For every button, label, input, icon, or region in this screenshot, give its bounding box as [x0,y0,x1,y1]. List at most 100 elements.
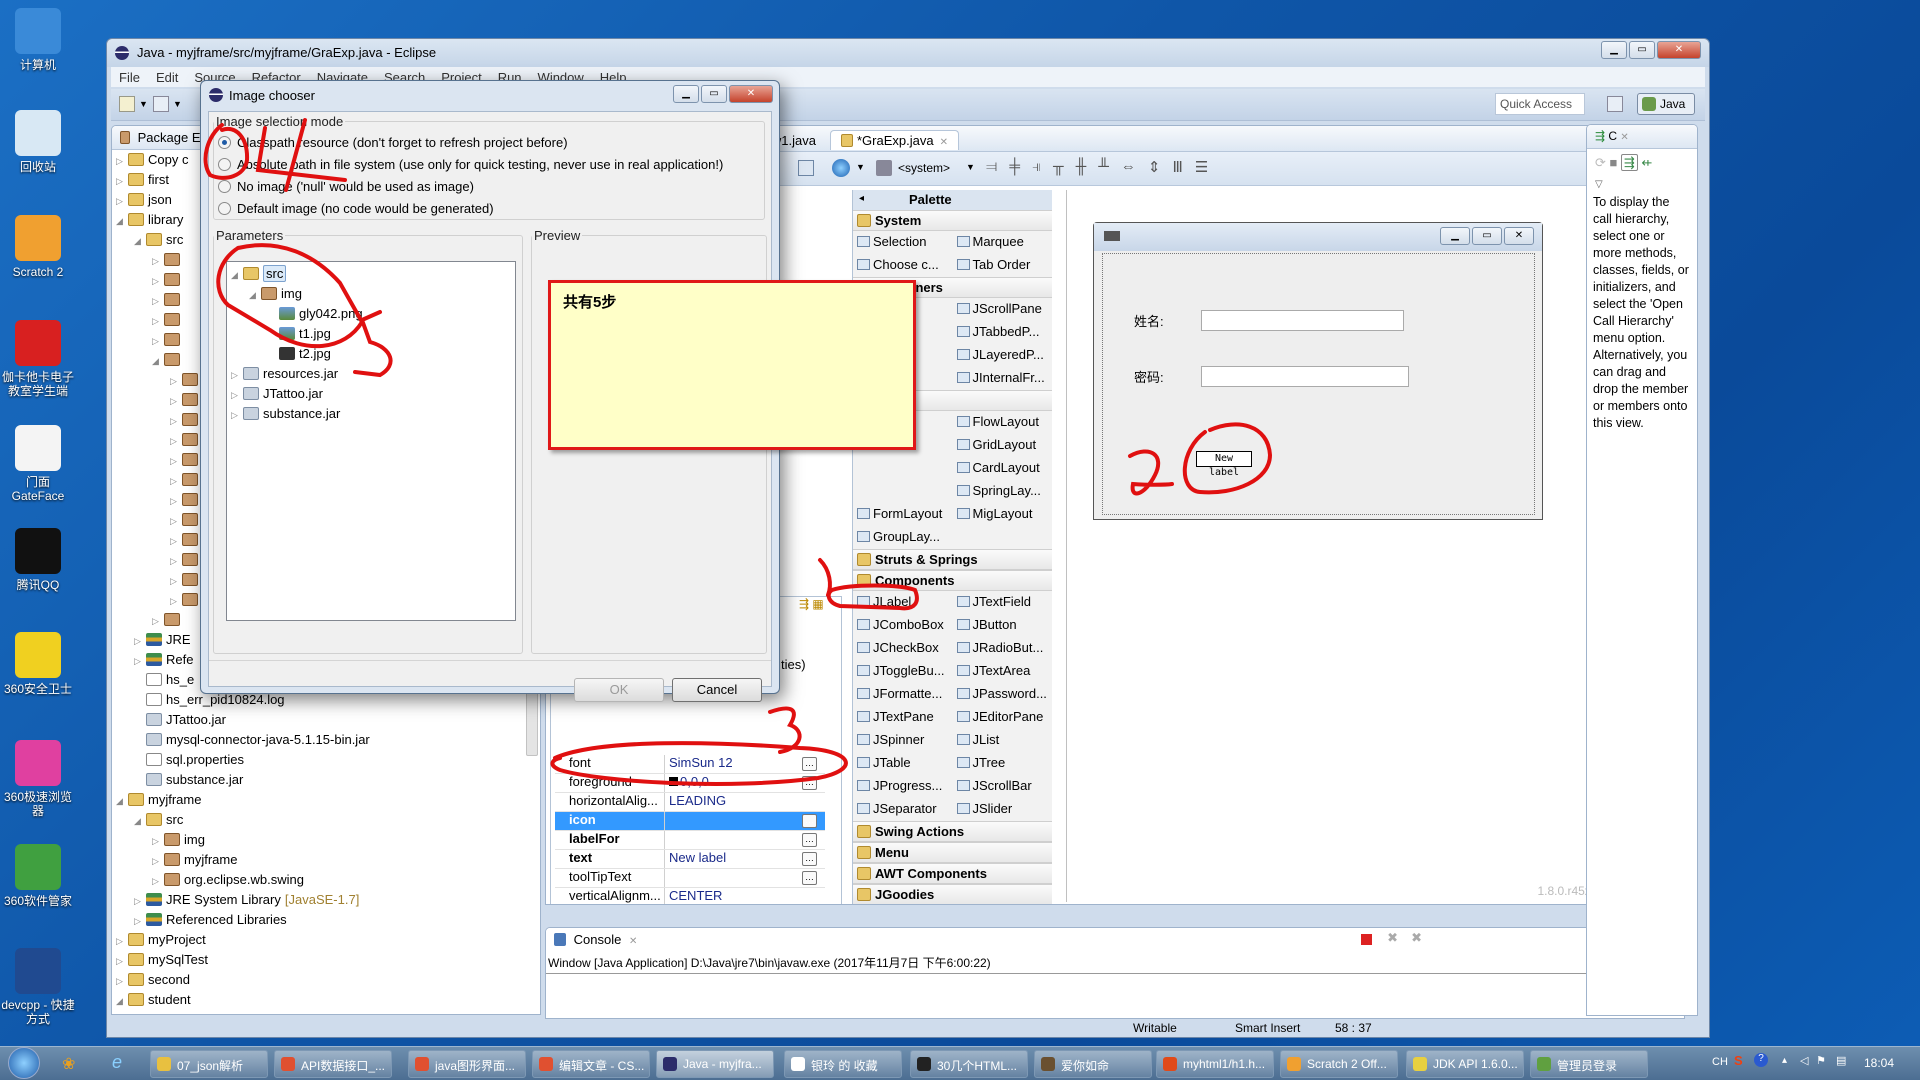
expanded-icon[interactable]: ◢ [116,996,128,1007]
desktop-icon[interactable]: Scratch 2 [0,215,78,279]
property-value[interactable] [665,812,802,830]
quick-access-input[interactable]: Quick Access [1495,93,1585,115]
palette-item[interactable]: JInternalFr... [953,367,1053,390]
tree-item[interactable]: substance.jar [116,772,540,792]
name-label[interactable]: 姓名: [1134,311,1164,330]
tree-item[interactable]: JTattoo.jar [116,712,540,732]
property-row[interactable]: labelFor… [555,831,825,850]
locale-icon[interactable] [832,159,850,177]
property-value[interactable]: LEADING [665,793,825,811]
maximize-button[interactable]: ▭ [1629,41,1655,59]
collapsed-icon[interactable]: ▷ [170,556,182,567]
help-icon[interactable]: ? [1754,1053,1768,1067]
palette-category[interactable]: Struts & Springs [853,549,1052,570]
password-textfield[interactable] [1201,366,1409,387]
property-row[interactable]: icon… [555,812,825,831]
collapsed-icon[interactable]: ▷ [134,636,146,647]
radio-button[interactable] [218,179,231,193]
clock[interactable]: 18:04 [1864,1056,1894,1070]
expanded-icon[interactable]: ◢ [152,356,164,367]
quicklaunch-icon[interactable]: ❀ [62,1054,75,1074]
palette-item[interactable]: JTree [953,752,1053,775]
collapsed-icon[interactable]: ▷ [152,316,164,327]
expanded-icon[interactable]: ◢ [134,236,146,247]
palette-item[interactable]: Tab Order [953,254,1053,277]
expanded-icon[interactable]: ◢ [249,290,261,301]
collapsed-icon[interactable]: ▷ [170,396,182,407]
caller-hierarchy-icon[interactable]: ⇶ [1621,154,1638,171]
ie-icon[interactable]: e [112,1052,122,1073]
tree-item[interactable]: ▷ second [116,972,540,992]
resource-tree-item[interactable]: ▷ JTattoo.jar [231,386,511,406]
palette-item[interactable]: JTextField [953,591,1053,614]
resource-tree-item[interactable]: ▷ substance.jar [231,406,511,426]
edit-property-button[interactable]: … [802,757,817,771]
collapsed-icon[interactable]: ▷ [231,390,243,401]
collapsed-icon[interactable]: ▷ [116,936,128,947]
tree-item[interactable]: ▷ myjframe [116,852,540,872]
property-value[interactable] [665,831,802,849]
collapsed-icon[interactable]: ▷ [152,336,164,347]
show-hidden-icons[interactable]: ▴ [1782,1055,1787,1066]
palette-item[interactable]: MigLayout [953,503,1053,526]
align-middle-icon[interactable]: ╫ [1076,158,1087,176]
palette-item[interactable]: JSeparator [853,798,953,821]
align-bottom-icon[interactable]: ╨ [1098,158,1109,176]
callee-hierarchy-icon[interactable]: ⇷ [1642,155,1653,170]
desktop-icon[interactable]: 腾讯QQ [0,528,78,592]
palette-item[interactable]: JCheckBox [853,637,953,660]
expanded-icon[interactable]: ◢ [231,270,243,281]
java-perspective-button[interactable]: Java [1637,93,1695,115]
radio-button[interactable] [218,201,231,215]
taskbar-button[interactable]: 07_json解析 [150,1050,268,1078]
collapsed-icon[interactable]: ▷ [170,576,182,587]
taskbar-button[interactable]: myhtml1/h1.h... [1156,1050,1274,1078]
collapsed-icon[interactable]: ▷ [116,956,128,967]
volume-icon[interactable]: ◁ [1800,1054,1808,1067]
collapsed-icon[interactable]: ▷ [152,856,164,867]
dropdown-icon[interactable]: ▼ [173,99,182,109]
align-center-icon[interactable]: ╪ [1009,158,1020,176]
close-tab-icon[interactable]: ✕ [629,936,637,947]
tree-item[interactable]: ▷ org.eclipse.wb.swing [116,872,540,892]
dialog-maximize-button[interactable]: ▭ [701,85,727,103]
taskbar-button[interactable]: 30几个HTML... [910,1050,1028,1078]
lookandfeel-select[interactable]: <system> [898,161,950,175]
mode-radio[interactable]: Classpath resource (don't forget to refr… [214,131,764,153]
palette-item[interactable]: JTextPane [853,706,953,729]
jframe-preview[interactable]: ▁ ▭ ✕ 姓名: 密码: New label [1093,222,1543,520]
taskbar-button[interactable]: java图形界面... [408,1050,526,1078]
taskbar-button[interactable]: 银玲 的 收藏 [784,1050,902,1078]
taskbar-button[interactable]: JDK API 1.6.0... [1406,1050,1524,1078]
property-value[interactable] [665,869,802,887]
desktop-icon[interactable]: 计算机 [0,8,78,72]
taskbar-button[interactable]: 爱你如命 [1034,1050,1152,1078]
property-row[interactable]: verticalAlignm... CENTER [555,888,825,904]
name-textfield[interactable] [1201,310,1404,331]
remove-all-icon[interactable]: ✖ [1411,930,1422,946]
collapsed-icon[interactable]: ▷ [170,516,182,527]
palette-item[interactable]: JLabel [853,591,953,614]
palette-item[interactable]: JButton [953,614,1053,637]
palette-item[interactable]: JRadioBut... [953,637,1053,660]
palette-item[interactable] [853,457,953,480]
expanded-icon[interactable]: ◢ [116,796,128,807]
tree-item[interactable]: ▷ myProject [116,932,540,952]
align-right-icon[interactable]: ⫣ [1032,158,1041,176]
cancel-button[interactable]: Cancel [672,678,762,702]
collapsed-icon[interactable]: ▷ [152,876,164,887]
collapsed-icon[interactable]: ▷ [116,196,128,207]
collapsed-icon[interactable]: ▷ [152,256,164,267]
palette-item[interactable]: Marquee [953,231,1053,254]
collapsed-icon[interactable]: ▷ [170,496,182,507]
refresh-icon[interactable]: ⟳ [1595,155,1606,170]
mode-radio[interactable]: Default image (no code would be generate… [214,197,764,219]
taskbar-button[interactable]: API数据接口_... [274,1050,392,1078]
collapsed-icon[interactable]: ▷ [170,416,182,427]
property-row[interactable]: text New label… [555,850,825,869]
collapsed-icon[interactable]: ▷ [134,916,146,927]
taskbar-button[interactable]: Java - myjfra... [656,1050,774,1078]
edit-property-button[interactable]: … [802,871,817,885]
tree-item[interactable]: ▷ img [116,832,540,852]
console-tab[interactable]: Console ✕ ✖ ✖ ▭ ☐ [546,928,1684,952]
